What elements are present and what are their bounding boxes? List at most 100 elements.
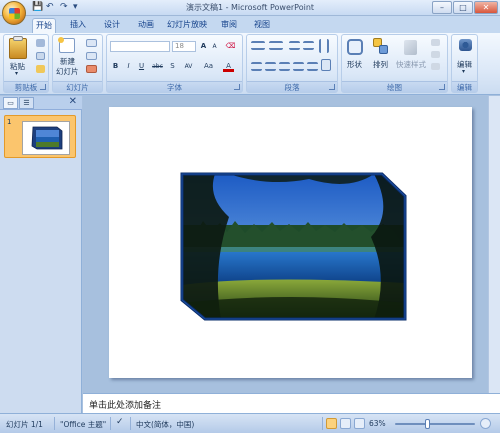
shapes-icon[interactable] (347, 39, 363, 55)
copy-icon[interactable] (36, 52, 45, 60)
ribbon-tabs: 开始 插入 设计 动画 幻灯片放映 审阅 视图 (0, 16, 500, 33)
maximize-button[interactable]: □ (453, 1, 473, 14)
tab-animation[interactable]: 动画 (134, 18, 158, 33)
grow-font-button[interactable]: A (198, 41, 209, 52)
char-spacing-button[interactable]: AV (181, 61, 196, 72)
quick-styles-label[interactable]: 快速样式 (396, 59, 426, 70)
slides-tab[interactable]: ▭ (3, 97, 18, 109)
thumbnail-picture (31, 126, 63, 150)
office-button[interactable] (2, 1, 26, 25)
slide-number: 1 (7, 118, 12, 126)
slide-editing-area (83, 96, 500, 393)
ribbon: 粘贴 ▾ 剪贴板 新建 幻灯片 幻灯片 18 A A ⌫ B I U abc S… (0, 33, 500, 95)
delete-slide-icon[interactable] (86, 65, 97, 73)
paragraph-group-label: 段落 (247, 81, 337, 92)
minimize-button[interactable]: – (432, 1, 452, 14)
landscape-picture[interactable] (109, 107, 472, 378)
editing-group: 编辑 ▾ 编辑 (451, 34, 478, 93)
drawing-group: 形状 排列 快速样式 绘图 (341, 34, 448, 93)
font-group: 18 A A ⌫ B I U abc S AV Aa A 字体 (106, 34, 243, 93)
fit-to-window-icon[interactable] (480, 418, 491, 429)
italic-button[interactable]: I (123, 61, 134, 72)
align-right-icon[interactable] (279, 62, 290, 71)
smartart-icon[interactable] (321, 59, 331, 71)
vertical-scrollbar[interactable] (488, 96, 500, 393)
bullets-icon[interactable] (251, 41, 265, 50)
slide-canvas[interactable] (109, 107, 472, 378)
slide-thumbnail-selected[interactable]: 1 (4, 115, 76, 158)
clipboard-group: 粘贴 ▾ 剪贴板 (3, 34, 49, 93)
shadow-button[interactable]: S (167, 61, 178, 72)
editing-group-label: 编辑 (452, 81, 477, 92)
slide-count-status: 幻灯片 1/1 (6, 420, 43, 429)
decrease-indent-icon[interactable] (289, 41, 300, 50)
shape-outline-icon[interactable] (431, 51, 440, 58)
format-painter-icon[interactable] (36, 65, 45, 73)
office-logo-icon (9, 8, 20, 19)
notes-pane[interactable]: 单击此处添加备注 (83, 393, 500, 413)
slides-group: 新建 幻灯片 幻灯片 (52, 34, 103, 93)
font-launcher-icon[interactable] (234, 84, 240, 90)
slides-pane: ▭ ☰ ✕ 1 (0, 96, 82, 413)
tab-review[interactable]: 审阅 (217, 18, 241, 33)
tab-home[interactable]: 开始 (32, 18, 56, 33)
outline-tab[interactable]: ☰ (19, 97, 34, 109)
shrink-font-button[interactable]: A (209, 41, 220, 52)
columns-icon[interactable] (307, 62, 318, 71)
slideshow-view-icon[interactable] (354, 418, 365, 429)
status-bar: 幻灯片 1/1 "Office 主题" ✓ 中文(简体，中国) 63% (0, 413, 500, 433)
font-group-label: 字体 (107, 81, 242, 92)
paste-dropdown-icon[interactable]: ▾ (15, 70, 18, 77)
layout-icon[interactable] (86, 39, 97, 47)
font-size-field[interactable]: 18 (172, 41, 196, 52)
justify-icon[interactable] (293, 62, 304, 71)
normal-view-icon[interactable] (326, 418, 337, 429)
paragraph-group: 段落 (246, 34, 338, 93)
tab-view[interactable]: 视图 (250, 18, 274, 33)
tab-slideshow[interactable]: 幻灯片放映 (166, 18, 208, 33)
shape-fill-icon[interactable] (431, 39, 440, 46)
paragraph-launcher-icon[interactable] (329, 84, 335, 90)
paste-icon[interactable] (9, 38, 27, 59)
numbering-icon[interactable] (269, 41, 283, 50)
clear-format-button[interactable]: ⌫ (225, 41, 236, 52)
zoom-slider-track[interactable] (395, 423, 475, 425)
drawing-launcher-icon[interactable] (439, 84, 445, 90)
slide-sorter-icon[interactable] (340, 418, 351, 429)
language-status[interactable]: 中文(简体，中国) (136, 419, 194, 430)
close-button[interactable]: ✕ (474, 1, 498, 14)
new-slide-label-2[interactable]: 幻灯片 (56, 66, 79, 77)
zoom-slider-thumb[interactable] (425, 419, 430, 429)
font-color-button[interactable]: A (223, 61, 234, 72)
arrange-label[interactable]: 排列 (373, 59, 388, 70)
editing-dropdown-icon[interactable]: ▾ (462, 68, 465, 75)
notes-placeholder[interactable]: 单击此处添加备注 (89, 398, 161, 411)
theme-status[interactable]: "Office 主题" (60, 419, 106, 430)
tab-insert[interactable]: 插入 (66, 18, 90, 33)
clip-icon (13, 36, 23, 41)
tab-design[interactable]: 设计 (100, 18, 124, 33)
shapes-label[interactable]: 形状 (347, 59, 362, 70)
strikethrough-button[interactable]: abc (150, 61, 165, 72)
bold-button[interactable]: B (110, 61, 121, 72)
close-pane-icon[interactable]: ✕ (69, 96, 77, 107)
shape-effects-icon[interactable] (431, 63, 440, 70)
slide-thumbnail[interactable] (22, 121, 70, 155)
underline-button[interactable]: U (136, 61, 147, 72)
window-title: 演示文稿1 - Microsoft PowerPoint (185, 3, 315, 12)
font-name-field[interactable] (110, 41, 170, 52)
align-center-icon[interactable] (265, 62, 276, 71)
change-case-button[interactable]: Aa (201, 61, 216, 72)
reset-icon[interactable] (86, 52, 97, 60)
spellcheck-icon[interactable]: ✓ (116, 417, 124, 427)
title-bar: 💾 ↶ ↷ ▾ 演示文稿1 - Microsoft PowerPoint – □… (0, 0, 500, 25)
cut-icon[interactable] (36, 39, 45, 47)
zoom-level[interactable]: 63% (369, 419, 386, 428)
text-direction-icon[interactable] (319, 39, 329, 53)
clipboard-launcher-icon[interactable] (40, 84, 46, 90)
quick-styles-icon[interactable] (404, 40, 417, 55)
binoculars-icon[interactable] (459, 39, 472, 51)
slides-pane-tabs: ▭ ☰ ✕ (0, 96, 82, 110)
increase-indent-icon[interactable] (303, 41, 314, 50)
align-left-icon[interactable] (251, 62, 262, 71)
